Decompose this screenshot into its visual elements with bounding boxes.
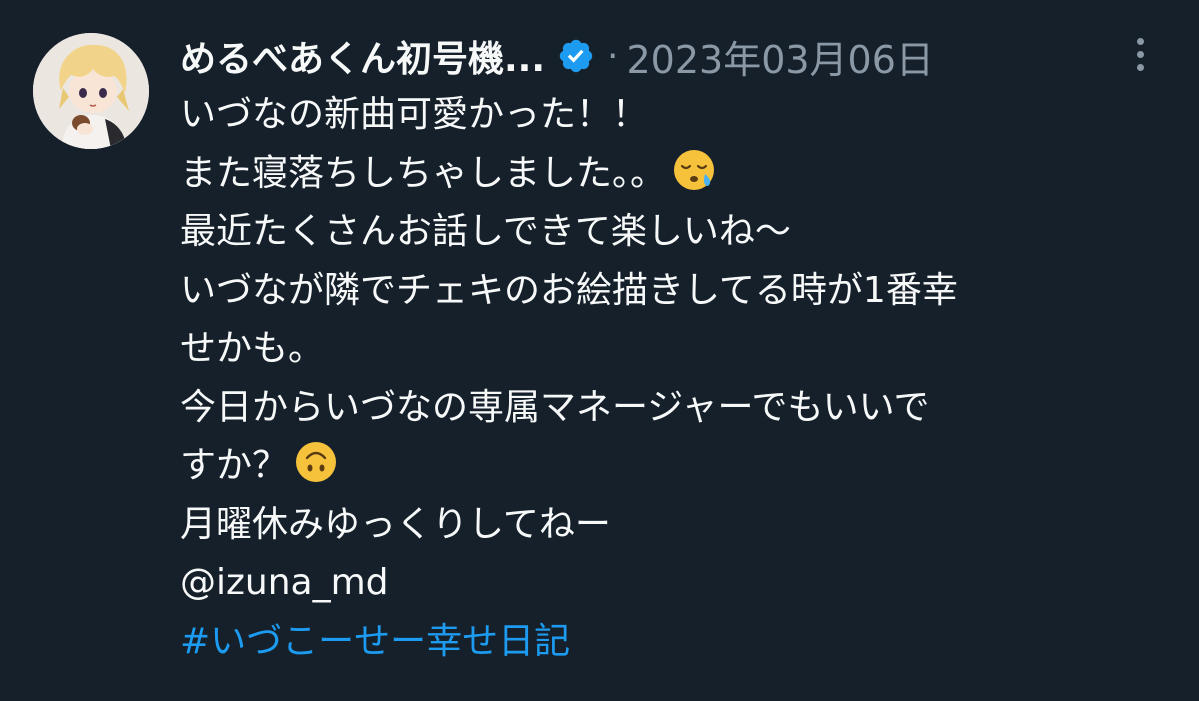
tweet-line: 最近たくさんお話しできて楽しいね〜 <box>180 211 791 252</box>
tweet-line: 月曜休みゆっくりしてねー <box>180 503 611 545</box>
tweet-line: また寝落ちしちゃしました。。 <box>180 152 667 194</box>
tweet-line: いづなの新曲可愛かった！！ <box>180 94 649 135</box>
upside-down-face-emoji <box>296 442 337 482</box>
tweet-header: めるべあくん初号機... · 2023年03月06日 <box>180 26 934 86</box>
hashtag-line: #いづこーせー幸せ日記 <box>180 613 1180 672</box>
display-name[interactable]: めるべあくん初号機... <box>180 30 545 82</box>
tweet-date[interactable]: 2023年03月06日 <box>626 29 933 84</box>
tweet-line-with-emoji: すか？ <box>180 437 1180 496</box>
more-options-icon[interactable] <box>1128 38 1152 78</box>
avatar[interactable] <box>33 33 149 149</box>
hashtag-link[interactable]: #いづこーせー幸せ日記 <box>180 621 570 662</box>
sleepy-face-emoji <box>674 149 715 190</box>
tweet-text: いづなの新曲可愛かった！！ また寝落ちしちゃしました。。 最近たくさんお話しでき… <box>180 86 1180 671</box>
avatar-illustration <box>33 33 149 149</box>
tweet[interactable]: めるべあくん初号機... · 2023年03月06日 いづなの新曲可愛かった！！… <box>0 0 1199 701</box>
mention-line: @izuna_md <box>180 554 1180 613</box>
verified-badge-icon <box>559 39 593 73</box>
tweet-line-with-emoji: また寝落ちしちゃしました。。 <box>180 145 1180 204</box>
mention-link[interactable]: @izuna_md <box>180 562 389 603</box>
tweet-line: いづなが隣でチェキのお絵描きしてる時が1番幸 <box>180 269 958 311</box>
tweet-line: せかも。 <box>180 328 325 369</box>
tweet-line: すか？ <box>180 445 289 486</box>
tweet-line: 今日からいづなの専属マネージャーでもいいで <box>180 386 930 428</box>
separator: · <box>607 35 619 77</box>
